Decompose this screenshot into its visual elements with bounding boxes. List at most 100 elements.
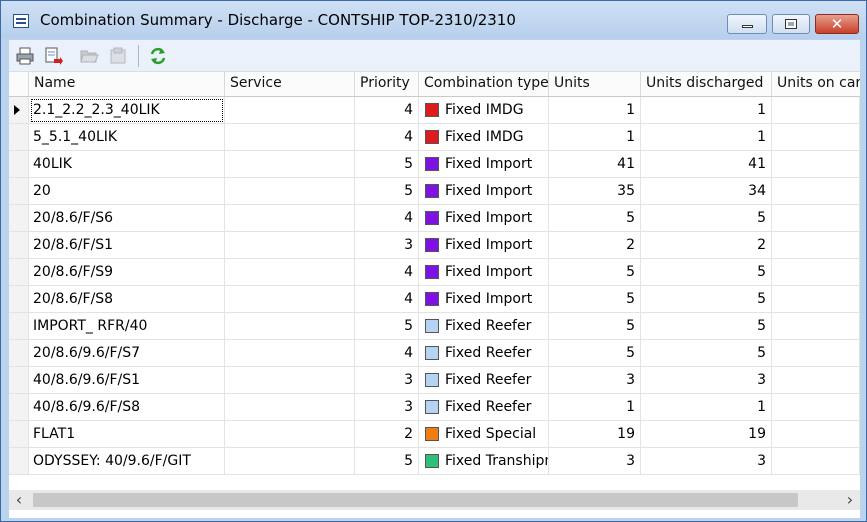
cell-units-discharged[interactable]: 3 [641,448,772,475]
cell-priority[interactable]: 5 [355,448,419,475]
cell-units-discharged[interactable]: 5 [641,313,772,340]
row-selector[interactable] [9,97,29,124]
cell-combination-type[interactable]: Fixed Import [419,259,549,286]
cell-combination-type[interactable]: Fixed Import [419,151,549,178]
cell-units-on-carrier[interactable] [772,259,860,286]
row-selector[interactable] [9,340,29,367]
cell-combination-type[interactable]: Fixed Import [419,178,549,205]
column-header-units[interactable]: Units [549,72,641,96]
cell-units-on-carrier[interactable] [772,421,860,448]
export-icon[interactable] [44,46,64,66]
cell-service[interactable] [225,394,355,421]
cell-units[interactable]: 1 [549,124,641,151]
table-row[interactable]: 40/8.6/9.6/F/S1 3 Fixed Reefer 3 3 [9,367,860,394]
cell-units[interactable]: 5 [549,205,641,232]
cell-service[interactable] [225,313,355,340]
cell-name[interactable]: 20/8.6/9.6/F/S7 [29,340,225,367]
cell-units-on-carrier[interactable] [772,205,860,232]
row-selector[interactable] [9,448,29,475]
cell-priority[interactable]: 4 [355,259,419,286]
column-header-combination-type[interactable]: Combination type [419,72,549,96]
horizontal-scrollbar[interactable]: ‹ › [9,490,860,510]
table-row[interactable]: 20/8.6/F/S8 4 Fixed Import 5 5 [9,286,860,313]
table-row[interactable]: 20/8.6/9.6/F/S7 4 Fixed Reefer 5 5 [9,340,860,367]
cell-priority[interactable]: 4 [355,97,419,124]
cell-units-on-carrier[interactable] [772,178,860,205]
cell-combination-type[interactable]: Fixed Import [419,232,549,259]
cell-service[interactable] [225,421,355,448]
scroll-thumb[interactable] [33,493,798,507]
cell-units[interactable]: 1 [549,97,641,124]
cell-units-discharged[interactable]: 2 [641,232,772,259]
cell-units-discharged[interactable]: 3 [641,367,772,394]
cell-name[interactable]: FLAT1 [29,421,225,448]
cell-units[interactable]: 5 [549,340,641,367]
cell-service[interactable] [225,151,355,178]
close-button[interactable]: ✕ [815,14,859,34]
cell-priority[interactable]: 3 [355,394,419,421]
refresh-icon[interactable] [148,46,168,66]
cell-service[interactable] [225,232,355,259]
cell-service[interactable] [225,124,355,151]
cell-units-discharged[interactable]: 5 [641,259,772,286]
cell-name[interactable]: 5_5.1_40LIK [29,124,225,151]
cell-units-discharged[interactable]: 1 [641,394,772,421]
cell-name[interactable]: 40LIK [29,151,225,178]
cell-name[interactable]: 20/8.6/F/S8 [29,286,225,313]
cell-priority[interactable]: 2 [355,421,419,448]
cell-priority[interactable]: 5 [355,151,419,178]
cell-service[interactable] [225,178,355,205]
cell-name[interactable]: 40/8.6/9.6/F/S8 [29,394,225,421]
minimize-button[interactable] [727,14,767,34]
cell-units-on-carrier[interactable] [772,151,860,178]
cell-priority[interactable]: 5 [355,178,419,205]
scroll-right-button[interactable]: › [840,490,860,510]
cell-units[interactable]: 41 [549,151,641,178]
cell-units[interactable]: 19 [549,421,641,448]
cell-service[interactable] [225,205,355,232]
column-header-name[interactable]: Name [29,72,225,96]
cell-name[interactable]: 20/8.6/F/S6 [29,205,225,232]
table-row[interactable]: 40LIK 5 Fixed Import 41 41 [9,151,860,178]
cell-units-on-carrier[interactable] [772,124,860,151]
cell-units-on-carrier[interactable] [772,97,860,124]
cell-priority[interactable]: 4 [355,340,419,367]
cell-combination-type[interactable]: Fixed Special [419,421,549,448]
row-selector[interactable] [9,232,29,259]
row-selector[interactable] [9,178,29,205]
cell-units-discharged[interactable]: 34 [641,178,772,205]
table-row[interactable]: FLAT1 2 Fixed Special 19 19 [9,421,860,448]
cell-service[interactable] [225,448,355,475]
table-row[interactable]: 20 5 Fixed Import 35 34 [9,178,860,205]
cell-service[interactable] [225,367,355,394]
cell-priority[interactable]: 4 [355,124,419,151]
maximize-button[interactable] [772,14,810,34]
cell-units-on-carrier[interactable] [772,340,860,367]
properties-icon[interactable] [108,46,128,66]
scroll-left-button[interactable]: ‹ [9,490,29,510]
cell-priority[interactable]: 3 [355,367,419,394]
cell-service[interactable] [225,259,355,286]
cell-combination-type[interactable]: Fixed IMDG [419,97,549,124]
cell-units[interactable]: 1 [549,394,641,421]
cell-units-on-carrier[interactable] [772,232,860,259]
cell-units-on-carrier[interactable] [772,367,860,394]
cell-priority[interactable]: 4 [355,286,419,313]
cell-units-on-carrier[interactable] [772,286,860,313]
cell-units-discharged[interactable]: 1 [641,97,772,124]
cell-name[interactable]: 20/8.6/F/S1 [29,232,225,259]
cell-units[interactable]: 3 [549,367,641,394]
title-bar[interactable]: Combination Summary - Discharge - CONTSH… [1,1,866,39]
row-selector[interactable] [9,151,29,178]
column-header-priority[interactable]: Priority [355,72,419,96]
cell-service[interactable] [225,340,355,367]
row-selector[interactable] [9,286,29,313]
row-selector[interactable] [9,394,29,421]
cell-units-on-carrier[interactable] [772,394,860,421]
cell-units[interactable]: 5 [549,313,641,340]
cell-units[interactable]: 5 [549,286,641,313]
column-header-units-on-carrier[interactable]: Units on carrier [772,72,860,96]
cell-combination-type[interactable]: Fixed Transhipment [419,448,549,475]
table-row[interactable]: 5_5.1_40LIK 4 Fixed IMDG 1 1 [9,124,860,151]
cell-units-discharged[interactable]: 5 [641,340,772,367]
